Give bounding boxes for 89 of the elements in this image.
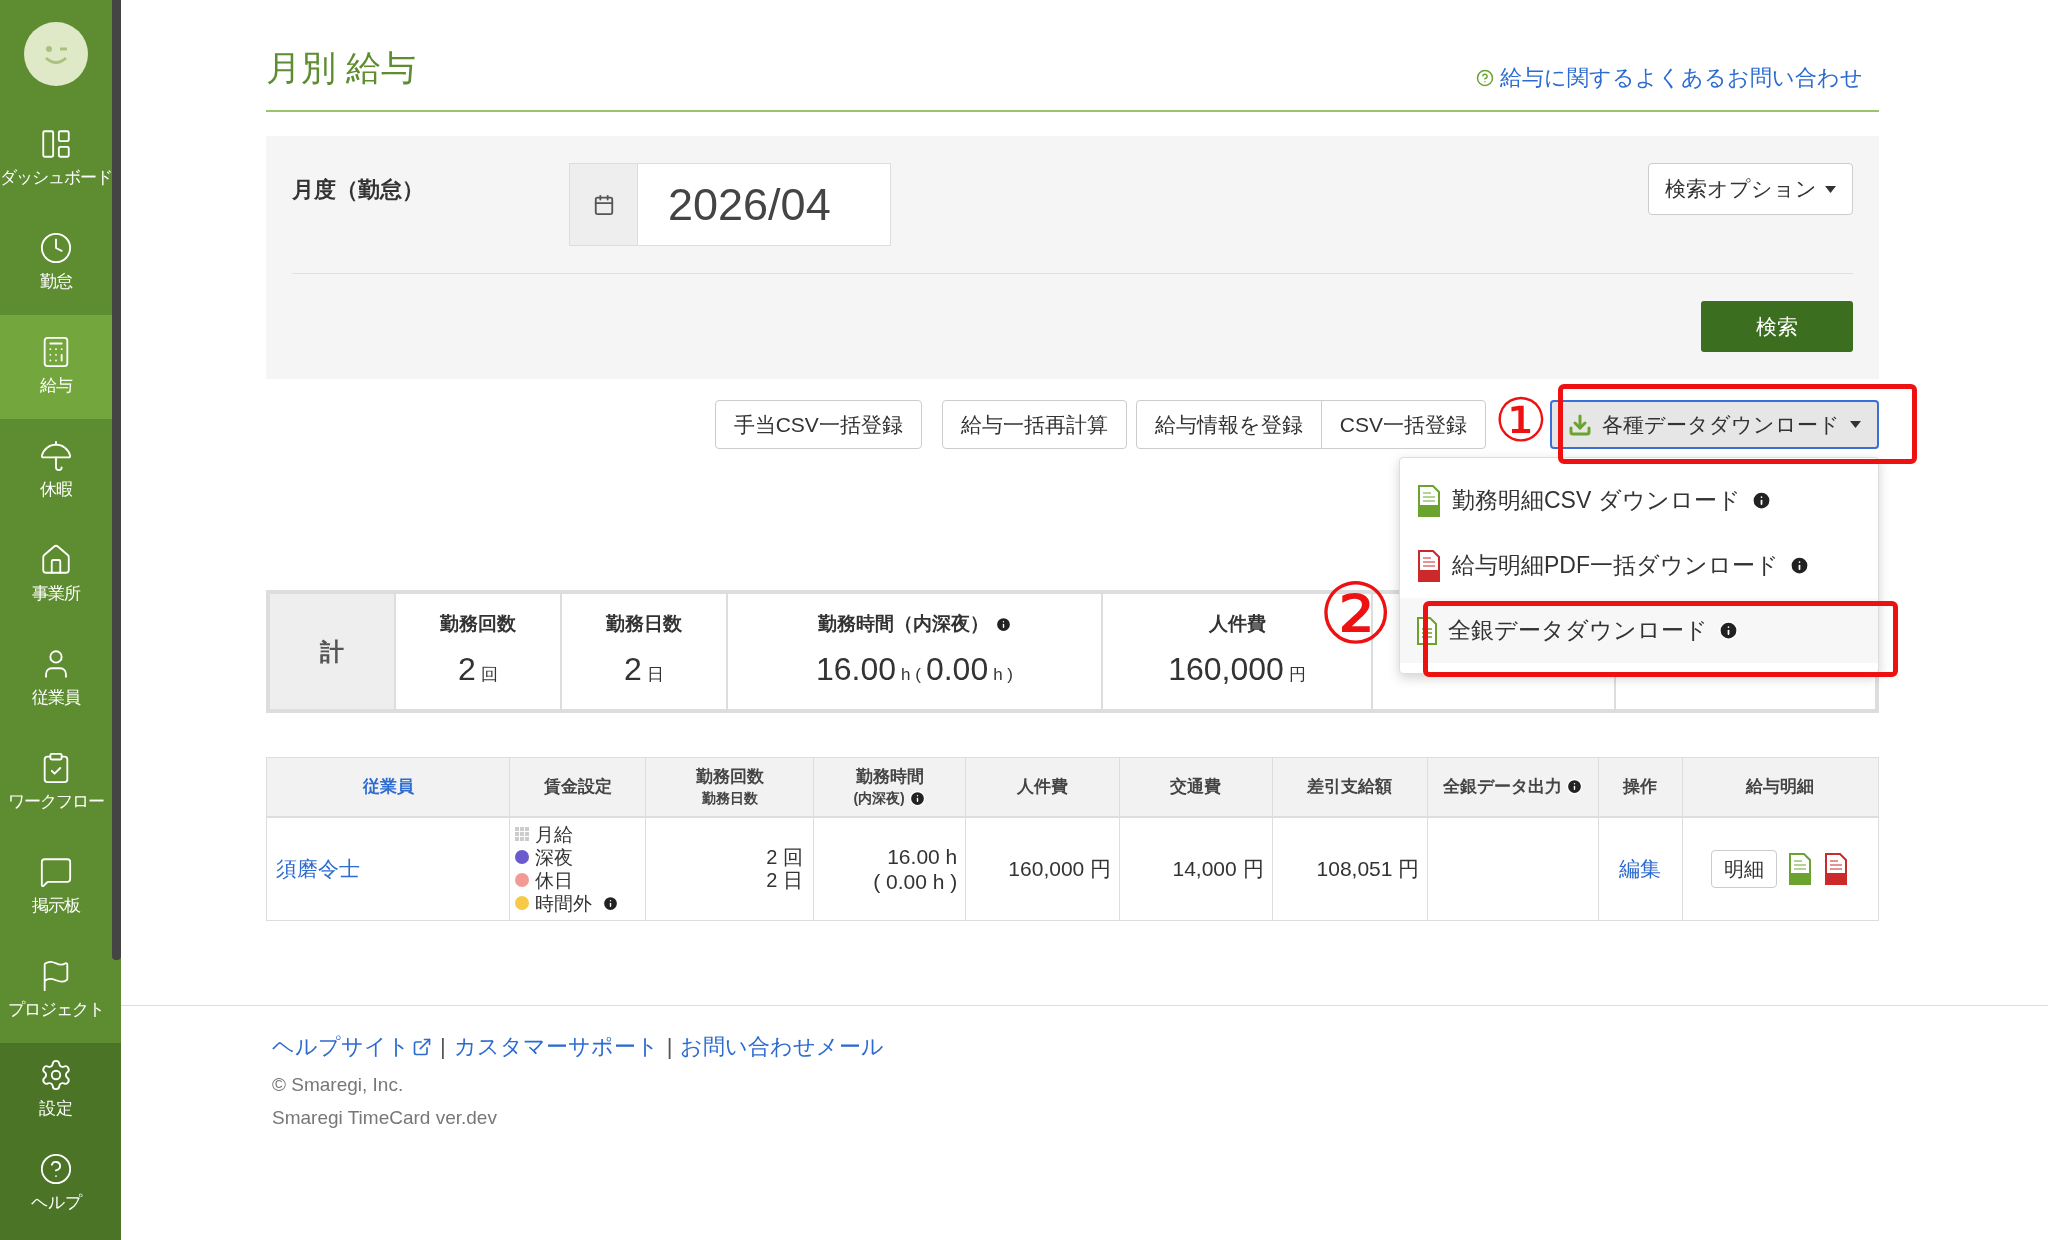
sidebar-item[interactable]: プロジェクト [0, 939, 112, 1043]
column-header: 人件費 [965, 757, 1120, 817]
total-value: 160,000 円 [1168, 649, 1306, 689]
step-number: ① [1494, 390, 1548, 450]
wage-label: 月給 [535, 822, 574, 846]
wage-label: 深夜 [535, 845, 574, 869]
wage-label: 休日 [535, 868, 574, 892]
total-value: 16.00 h (0.00 h ) [815, 649, 1013, 689]
pdf-file-icon [1416, 549, 1442, 582]
month-label: 月度（勤怠） [292, 176, 425, 204]
employee-link[interactable]: 須磨令士 [276, 857, 360, 880]
sidebar-item[interactable]: 設定 [0, 1043, 112, 1137]
help-icon [1476, 68, 1494, 87]
column-header: 給与明細 [1682, 757, 1879, 817]
footer-link[interactable]: お問い合わせメール [680, 1030, 885, 1063]
info-icon [1750, 490, 1772, 511]
total-label: 人件費 [1208, 612, 1266, 637]
info-icon [1789, 555, 1810, 576]
download-icon [1568, 412, 1592, 437]
slip-button[interactable]: 明細 [1711, 849, 1778, 888]
calendar-icon [592, 193, 615, 216]
total-label: 勤務回数 [440, 612, 516, 637]
step-number: ② [1318, 572, 1394, 656]
footer-link[interactable]: ヘルプサイト [272, 1030, 432, 1063]
sidebar-item[interactable]: 休暇 [0, 419, 112, 523]
settings-icon [39, 1058, 73, 1093]
separator: | [666, 1033, 673, 1061]
caret-icon [1850, 421, 1861, 428]
page-title: 月別 給与 [266, 46, 416, 89]
umbrella-icon [39, 439, 73, 474]
total-value: 2 日 [624, 649, 664, 689]
total-label: 勤務時間（内深夜） [817, 610, 1012, 639]
column-header: 勤務時間 (内深夜) [813, 757, 966, 817]
month-field[interactable]: 2026/04 [569, 163, 891, 246]
sidebar-item[interactable]: ヘルプ [0, 1137, 112, 1231]
external-link-icon [412, 1036, 432, 1057]
sidebar-item[interactable]: 掲示板 [0, 835, 112, 939]
help-icon [39, 1152, 73, 1187]
menu-item[interactable]: 給与明細PDF一括ダウンロード [1400, 533, 1878, 598]
search-button[interactable]: 検索 [1701, 301, 1853, 352]
pdf-file-icon [1823, 852, 1850, 885]
sidebar-item[interactable]: ワークフロー [0, 731, 112, 835]
info-icon [908, 790, 926, 807]
sidebar-item[interactable]: 勤怠 [0, 211, 112, 315]
table-cell-text: ( 0.00 h ) [872, 868, 958, 894]
sidebar-item[interactable]: 従業員 [0, 627, 112, 731]
action-button[interactable]: CSV一括登録 [1320, 400, 1486, 449]
caret-icon [1825, 185, 1836, 193]
column-header: 賃金設定 [509, 757, 646, 817]
info-icon [1566, 778, 1584, 796]
table-cell-text: 16.00 h [886, 843, 958, 869]
menu-item[interactable]: 勤務明細CSV ダウンロード [1400, 468, 1878, 533]
search-options-button[interactable]: 検索オプション [1648, 163, 1853, 215]
totals-heading: 計 [320, 636, 344, 667]
column-header[interactable]: 従業員 [266, 757, 510, 817]
sidebar-item[interactable]: 給与 [0, 315, 112, 419]
column-header: 交通費 [1119, 757, 1273, 817]
table-cell: 160,000 円 [965, 816, 1120, 921]
faq-link[interactable]: 給与に関するよくあるお問い合わせ [1476, 61, 1879, 94]
sidebar-item[interactable]: ダッシュボード [0, 107, 112, 211]
info-icon [602, 894, 620, 912]
action-button[interactable]: 給与情報を登録 [1135, 400, 1322, 449]
separator: | [440, 1033, 446, 1061]
table-cell-text: 2 日 [765, 868, 803, 892]
wage-label: 時間外 [535, 891, 593, 915]
total-value: 2 回 [458, 649, 498, 689]
edit-link[interactable]: 編集 [1619, 857, 1662, 880]
total-label: 勤務日数 [606, 612, 682, 637]
column-header: 全銀データ出力 [1427, 757, 1599, 817]
csv-file-icon [1787, 852, 1814, 885]
column-header: 差引支給額 [1272, 757, 1428, 817]
sidebar-item[interactable]: 事業所 [0, 523, 112, 627]
table-cell: 14,000 円 [1119, 816, 1273, 921]
copyright: © Smaregi, Inc. [272, 1073, 405, 1097]
table-cell-text: 2 回 [765, 845, 803, 869]
download-button[interactable]: 各種データダウンロード [1550, 400, 1879, 449]
column-header: 操作 [1598, 757, 1683, 817]
csv-file-icon [1416, 484, 1442, 517]
footer-link[interactable]: カスタマーサポート [453, 1030, 659, 1063]
action-button[interactable]: 手当CSV一括登録 [714, 400, 922, 449]
info-icon [1718, 620, 1739, 641]
action-button[interactable]: 給与一括再計算 [941, 400, 1127, 449]
version-text: Smaregi TimeCard ver.dev [272, 1105, 498, 1130]
info-icon [994, 616, 1012, 633]
chat-icon [39, 855, 73, 890]
menu-item[interactable]: 全銀データダウンロード [1400, 598, 1878, 663]
column-header: 勤務回数 勤務日数 [645, 757, 814, 817]
table-cell: 108,051 円 [1272, 816, 1428, 921]
clock-icon [39, 231, 73, 266]
